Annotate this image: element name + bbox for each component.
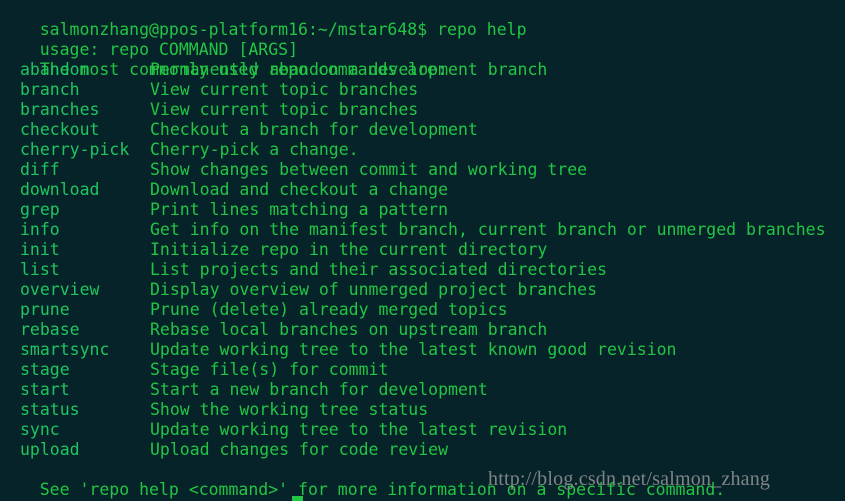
command-description: Show changes between commit and working … <box>150 160 588 179</box>
command-name: stage <box>20 360 70 379</box>
command-name: cherry-pick <box>20 140 130 159</box>
command-description: Display overview of unmerged project bra… <box>150 280 598 299</box>
command-description: List projects and their associated direc… <box>150 260 607 279</box>
command-name: abandon <box>20 60 90 79</box>
command-description: Prune (delete) already merged topics <box>150 300 508 319</box>
command-description: Rebase local branches on upstream branch <box>150 320 548 339</box>
command-name: init <box>20 240 60 259</box>
command-description: Download and checkout a change <box>150 180 449 199</box>
command-name: overview <box>20 280 100 299</box>
command-description: Print lines matching a pattern <box>150 200 449 219</box>
command-name: smartsync <box>20 340 110 359</box>
command-description: Checkout a branch for development <box>150 120 478 139</box>
command-name: status <box>20 400 80 419</box>
command-name: branches <box>20 100 100 119</box>
command-description: View current topic branches <box>150 100 419 119</box>
command-description: Initialize repo in the current directory <box>150 240 548 259</box>
command-description: Upload changes for code review <box>150 440 449 459</box>
intro-line: The most commonly used repo commands are… <box>0 40 447 79</box>
command-description: Start a new branch for development <box>150 380 488 399</box>
command-name: sync <box>20 420 60 439</box>
command-name: branch <box>20 80 80 99</box>
command-description: Cherry-pick a change. <box>150 140 359 159</box>
command-description: Get info on the manifest branch, current… <box>150 220 826 239</box>
command-name: prune <box>20 300 70 319</box>
command-name: diff <box>20 160 60 179</box>
command-name: download <box>20 180 100 199</box>
command-description: Update working tree to the latest revisi… <box>150 420 568 439</box>
usage-line: usage: repo COMMAND [ARGS] <box>0 20 298 59</box>
command-description: Permanently abandon a development branch <box>150 60 548 79</box>
terminal-cursor <box>292 496 303 501</box>
command-description: View current topic branches <box>150 80 419 99</box>
prompt-line: salmonzhang@ppos-platform16:~/mstar648$ … <box>0 0 527 39</box>
command-name: list <box>20 260 60 279</box>
command-name: upload <box>20 440 80 459</box>
command-name: info <box>20 220 60 239</box>
command-name: start <box>20 380 70 399</box>
command-description: Stage file(s) for commit <box>150 360 389 379</box>
command-name: grep <box>20 200 60 219</box>
command-description: Show the working tree status <box>150 400 429 419</box>
command-name: rebase <box>20 320 80 339</box>
command-name: checkout <box>20 120 100 139</box>
command-description: Update working tree to the latest known … <box>150 340 677 359</box>
terminal-window[interactable]: salmonzhang@ppos-platform16:~/mstar648$ … <box>0 0 845 501</box>
watermark-text: http://blog.csdn.net/salmon_zhang <box>488 468 771 490</box>
